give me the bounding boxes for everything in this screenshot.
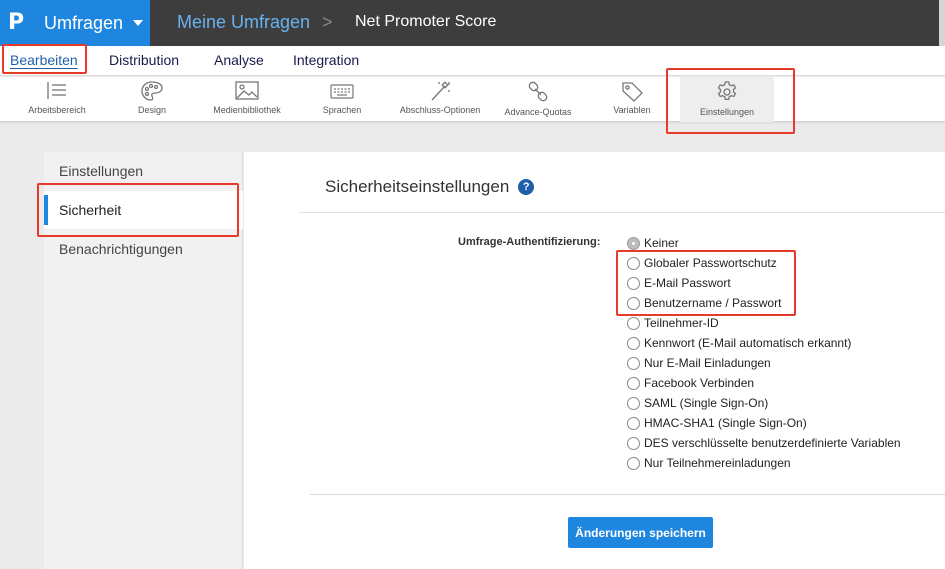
radio-button[interactable]: [627, 296, 640, 310]
editor-toolbar: Arbeitsbereich Design Medienbibliothek S…: [0, 77, 945, 122]
auth-field-label: Umfrage-Authentifizierung:: [458, 236, 601, 248]
main-tabs: Bearbeiten Distribution Analyse Integrat…: [0, 46, 945, 76]
radio-label: SAML (Single Sign-On): [644, 396, 769, 410]
radio-button[interactable]: [627, 416, 640, 430]
app-name: Umfragen: [44, 12, 124, 33]
toolbar-workspace-button[interactable]: Arbeitsbereich: [22, 77, 92, 122]
tab-integration[interactable]: Integration: [293, 52, 359, 68]
radio-button[interactable]: [627, 276, 640, 290]
image-icon: [235, 81, 259, 100]
radio-label: Facebook Verbinden: [644, 376, 755, 390]
divider: [310, 494, 945, 495]
radio-option-password-email-detected[interactable]: Kennwort (E-Mail automatisch erkannt): [627, 335, 851, 351]
radio-label: HMAC-SHA1 (Single Sign-On): [644, 416, 807, 430]
scrollbar[interactable]: [939, 0, 945, 46]
radio-label: Globaler Passwortschutz: [644, 256, 777, 270]
radio-option-hmac[interactable]: HMAC-SHA1 (Single Sign-On): [627, 415, 807, 431]
toolbar-completion-options-button[interactable]: Abschluss-Optionen: [392, 77, 488, 122]
radio-button[interactable]: [627, 236, 640, 250]
breadcrumb-my-surveys[interactable]: Meine Umfragen: [177, 12, 310, 33]
toolbar-label: Einstellungen: [699, 107, 755, 117]
radio-label: Benutzername / Passwort: [644, 296, 782, 310]
tab-bearbeiten[interactable]: Bearbeiten: [10, 52, 78, 68]
toolbar-design-button[interactable]: Design: [127, 77, 177, 122]
radio-option-username-password[interactable]: Benutzername / Passwort: [627, 295, 781, 311]
radio-option-email-password[interactable]: E-Mail Passwort: [627, 275, 731, 291]
radio-option-des-variables[interactable]: DES verschlüsselte benutzerdefinierte Va…: [627, 435, 901, 451]
radio-button[interactable]: [627, 356, 640, 370]
toolbar-label: Medienbibliothek: [213, 105, 281, 115]
app-switcher[interactable]: P Umfragen: [0, 0, 150, 46]
radio-label: DES verschlüsselte benutzerdefinierte Va…: [644, 436, 901, 450]
help-icon[interactable]: ?: [518, 179, 535, 195]
toolbar-languages-button[interactable]: Sprachen: [315, 77, 369, 122]
radio-option-participant-id[interactable]: Teilnehmer-ID: [627, 315, 719, 331]
toolbar-label: Sprachen: [322, 105, 362, 115]
breadcrumb-separator-icon: >: [322, 12, 333, 32]
radio-option-facebook[interactable]: Facebook Verbinden: [627, 375, 754, 391]
page-title-text: Sicherheitseinstellungen: [325, 177, 510, 196]
radio-option-global-password[interactable]: Globaler Passwortschutz: [627, 255, 777, 271]
radio-label: Teilnehmer-ID: [644, 316, 719, 330]
gear-icon: [717, 81, 737, 101]
radio-button[interactable]: [627, 316, 640, 330]
radio-label: Keiner: [644, 236, 679, 250]
radio-label: Nur Teilnehmereinladungen: [644, 456, 791, 470]
radio-button[interactable]: [627, 436, 640, 450]
radio-label: Kennwort (E-Mail automatisch erkannt): [644, 336, 852, 350]
radio-button[interactable]: [627, 256, 640, 270]
logo-icon: P: [8, 10, 25, 35]
toolbar-settings-button[interactable]: Einstellungen: [680, 77, 774, 122]
settings-sidebar: Einstellungen Sicherheit Benachrichtigun…: [44, 152, 243, 569]
toolbar-label: Advance-Quotas: [504, 107, 572, 117]
radio-label: E-Mail Passwort: [644, 276, 731, 290]
keyboard-icon: [330, 84, 354, 99]
chevron-down-icon: [133, 20, 144, 26]
radio-button[interactable]: [627, 336, 640, 350]
sidebar-item-sicherheit[interactable]: Sicherheit: [44, 191, 243, 229]
toolbar-variables-button[interactable]: Variablen: [604, 77, 660, 122]
page-title: Sicherheitseinstellungen ?: [325, 177, 535, 197]
breadcrumb-survey-name: Net Promoter Score: [355, 13, 497, 30]
sidebar-item-einstellungen[interactable]: Einstellungen: [44, 152, 243, 190]
toolbar-label: Variablen: [613, 105, 651, 115]
top-bar: P Umfragen Meine Umfragen > Net Promoter…: [0, 0, 945, 46]
radio-option-email-invites-only[interactable]: Nur E-Mail Einladungen: [627, 355, 771, 371]
toolbar-media-library-button[interactable]: Medienbibliothek: [203, 77, 291, 122]
toolbar-advance-quotas-button[interactable]: Advance-Quotas: [498, 77, 578, 122]
toolbar-label: Design: [137, 105, 166, 115]
toolbar-label: Abschluss-Optionen: [399, 105, 481, 115]
workspace-list-icon: [47, 82, 66, 99]
radio-button[interactable]: [627, 376, 640, 390]
radio-option-keiner[interactable]: Keiner: [627, 235, 679, 251]
save-changes-button[interactable]: Änderungen speichern: [568, 517, 713, 548]
security-settings-panel: Sicherheitseinstellungen ? Umfrage-Authe…: [244, 152, 945, 569]
radio-option-participant-invites-only[interactable]: Nur Teilnehmereinladungen: [627, 455, 791, 471]
magic-wand-icon: [431, 81, 450, 101]
divider: [299, 212, 945, 213]
tag-icon: [622, 82, 643, 102]
sidebar-item-benachrichtigungen[interactable]: Benachrichtigungen: [44, 230, 243, 268]
tab-distribution[interactable]: Distribution: [109, 52, 179, 68]
tab-analyse[interactable]: Analyse: [214, 52, 264, 68]
radio-option-saml[interactable]: SAML (Single Sign-On): [627, 395, 768, 411]
chain-link-icon: [528, 81, 548, 102]
radio-label: Nur E-Mail Einladungen: [644, 356, 771, 370]
palette-icon: [141, 81, 163, 101]
toolbar-label: Arbeitsbereich: [28, 105, 86, 115]
radio-button[interactable]: [627, 396, 640, 410]
radio-button[interactable]: [627, 456, 640, 470]
